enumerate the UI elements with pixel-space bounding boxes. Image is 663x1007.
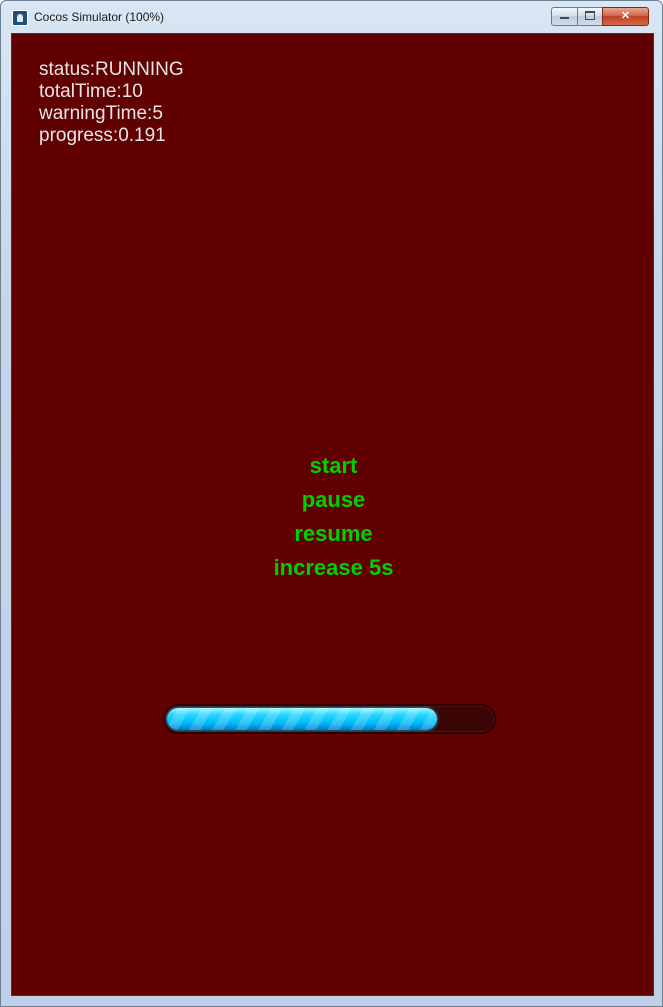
- timer-progress-fill: [167, 708, 437, 730]
- close-button[interactable]: ✕: [602, 7, 649, 26]
- timer-progress-bar: [163, 704, 496, 734]
- maximize-button[interactable]: [577, 7, 603, 26]
- resume-button[interactable]: resume: [294, 517, 372, 551]
- warning-time-label: warningTime:5: [39, 103, 163, 124]
- control-menu: start pause resume increase 5s: [12, 449, 653, 585]
- cocos-app-icon: [12, 10, 28, 26]
- total-time-label: totalTime:10: [39, 81, 143, 102]
- minimize-button[interactable]: [551, 7, 578, 26]
- increase-5s-button[interactable]: increase 5s: [274, 551, 394, 585]
- game-canvas[interactable]: status:RUNNING totalTime:10 warningTime:…: [11, 33, 654, 996]
- status-label: status:RUNNING: [39, 59, 184, 80]
- pause-button[interactable]: pause: [302, 483, 366, 517]
- window-title: Cocos Simulator (100%): [34, 10, 165, 24]
- close-icon: ✕: [620, 10, 631, 22]
- info-panel: status:RUNNING totalTime:10 warningTime:…: [39, 59, 184, 147]
- start-button[interactable]: start: [310, 449, 358, 483]
- progress-label: progress:0.191: [39, 125, 166, 146]
- simulator-window: Cocos Simulator (100%) ✕ status:RUNNING …: [0, 0, 663, 1007]
- minimize-icon: [560, 14, 569, 19]
- maximize-icon: [585, 11, 595, 20]
- title-bar[interactable]: Cocos Simulator (100%) ✕: [1, 1, 662, 33]
